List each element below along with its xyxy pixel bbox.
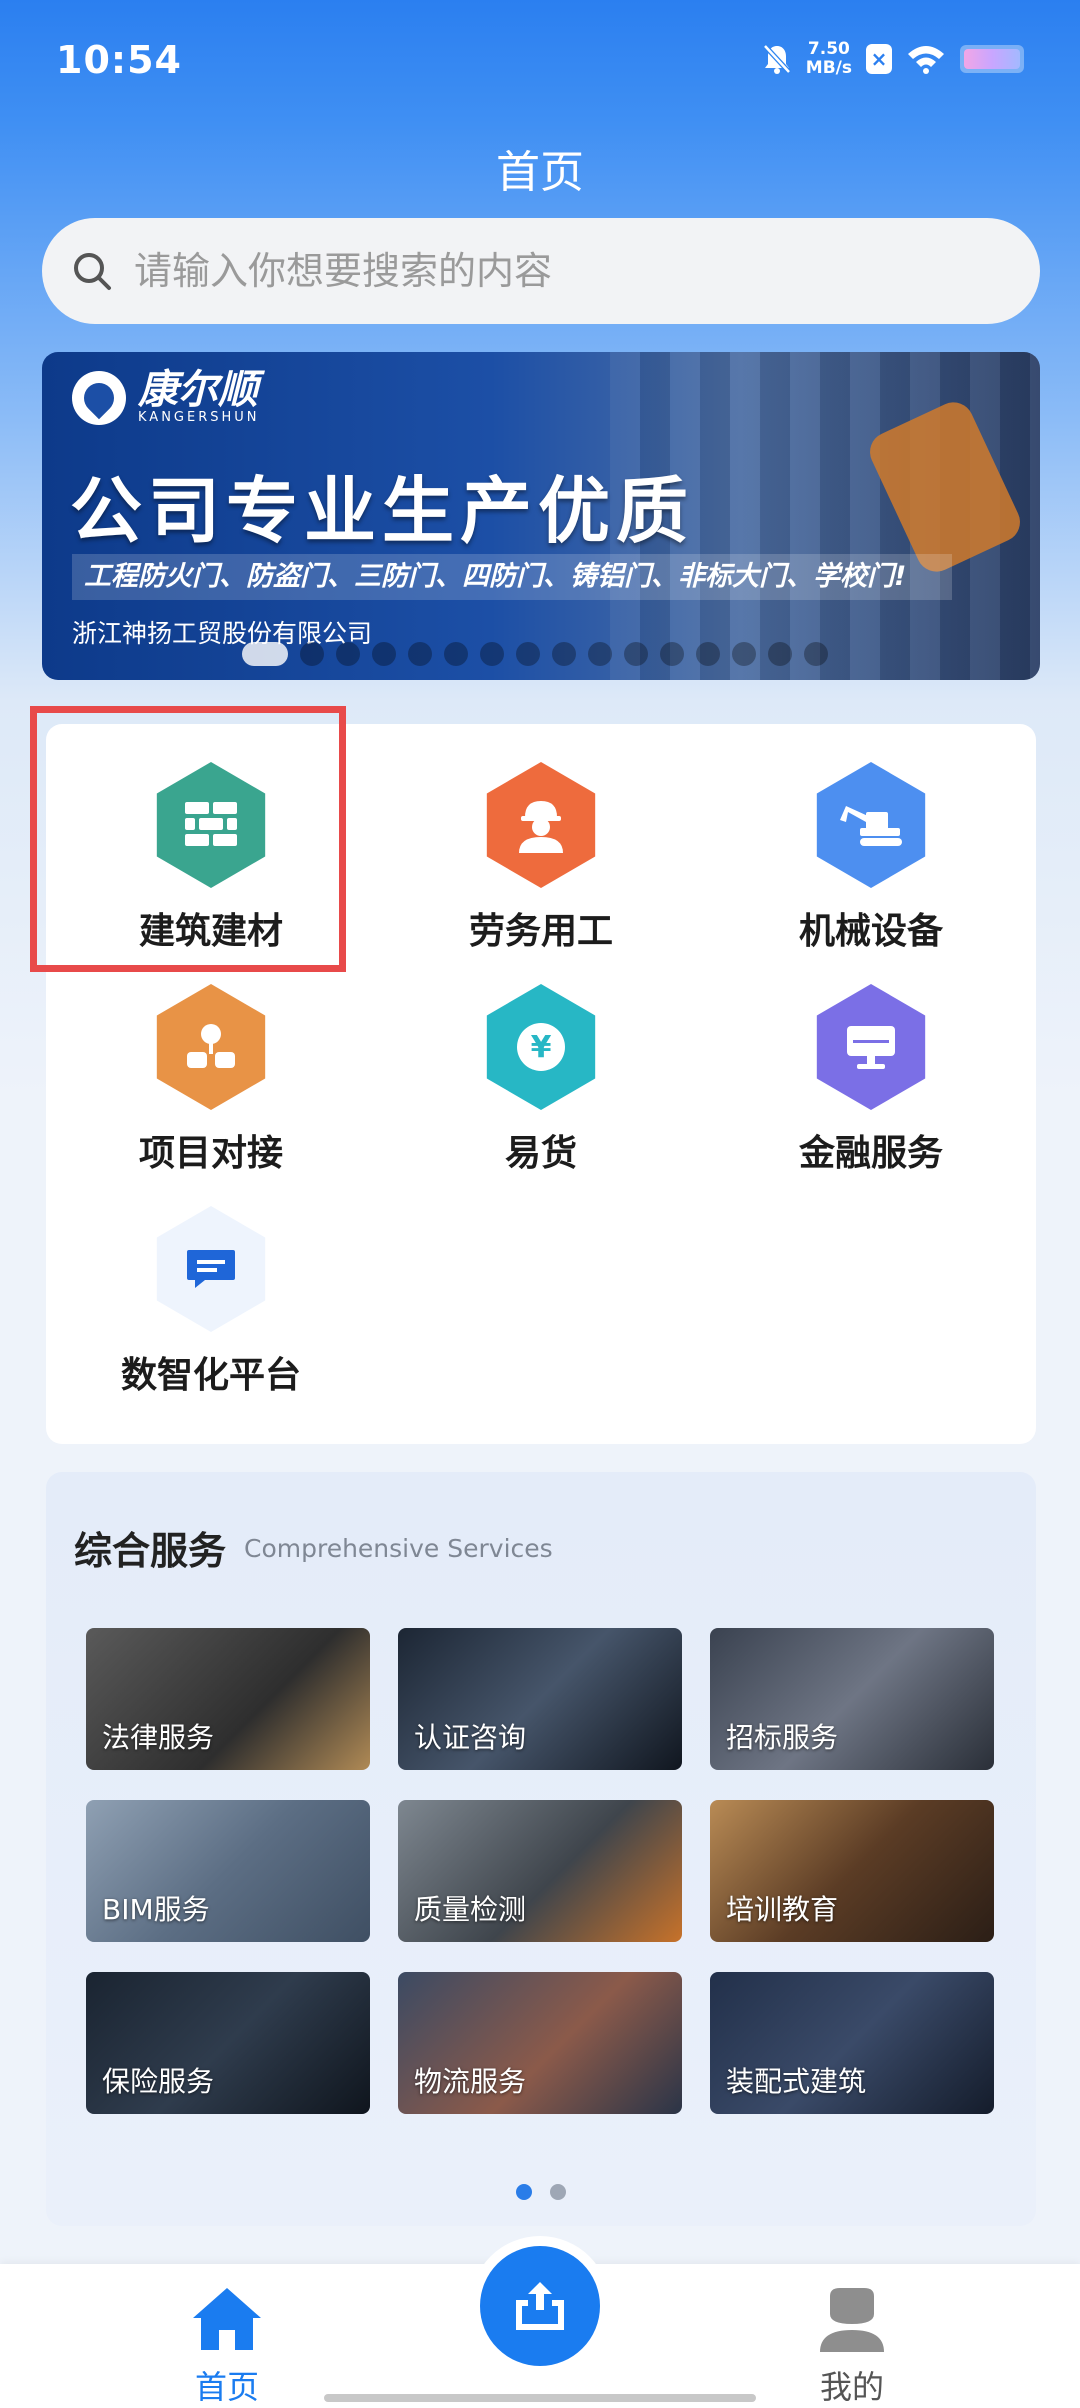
- services-title: 综合服务: [74, 1529, 227, 1573]
- banner-logo: 康尔顺 KANGERSHUN: [72, 370, 260, 425]
- tab-mine[interactable]: 我的: [762, 2284, 942, 2408]
- pagination-dot[interactable]: [480, 642, 504, 666]
- services-subtitle: Comprehensive Services: [244, 1534, 553, 1563]
- pagination-dot[interactable]: [444, 642, 468, 666]
- network-speed-value: 7.50: [807, 39, 850, 59]
- user-icon: [820, 2288, 884, 2352]
- service-label: 装配式建筑: [726, 2065, 867, 2098]
- pagination-dot[interactable]: [516, 642, 540, 666]
- category-digital-platform[interactable]: 数智化平台: [81, 1206, 341, 1406]
- pagination-dot[interactable]: [732, 642, 756, 666]
- service-label: 招标服务: [726, 1721, 839, 1754]
- service-tile-bim[interactable]: BIM服务: [86, 1800, 370, 1942]
- excavator-icon: [816, 762, 926, 888]
- pagination-dot[interactable]: [516, 2184, 532, 2200]
- service-tile-quality-inspection[interactable]: 质量检测: [398, 1800, 682, 1942]
- service-tile-insurance[interactable]: 保险服务: [86, 1972, 370, 2114]
- upload-icon: [516, 2282, 564, 2330]
- service-tile-certification[interactable]: 认证咨询: [398, 1628, 682, 1770]
- tab-mine-label: 我的: [819, 2368, 884, 2406]
- category-label: 机械设备: [798, 911, 943, 952]
- banner-products: 工程防火门、防盗门、三防门、四防门、铸铝门、非标大门、学校门!: [72, 554, 952, 600]
- banner-logo-en: KANGERSHUN: [138, 410, 260, 425]
- service-tile-legal[interactable]: 法律服务: [86, 1628, 370, 1770]
- page-title: 首页: [496, 147, 584, 198]
- chat-message-icon: [156, 1206, 266, 1332]
- network-speed: 7.50 MB/s: [806, 40, 852, 78]
- status-time: 10:54: [56, 38, 182, 82]
- category-label: 项目对接: [138, 1133, 283, 1174]
- category-machinery[interactable]: 机械设备: [741, 762, 1001, 962]
- worker-icon: [486, 762, 596, 888]
- service-label: 物流服务: [414, 2065, 527, 2098]
- banner-logo-cn: 康尔顺: [138, 366, 258, 413]
- category-label: 金融服务: [798, 1133, 943, 1174]
- service-label: 质量检测: [414, 1893, 527, 1926]
- search-icon: [74, 253, 111, 290]
- services-pagination: [516, 2184, 566, 2200]
- highlight-box: [30, 706, 346, 972]
- pagination-dot[interactable]: [696, 642, 720, 666]
- promo-banner[interactable]: 康尔顺 KANGERSHUN 公司专业生产优质 工程防火门、防盗门、三防门、四防…: [42, 352, 1040, 680]
- service-tile-logistics[interactable]: 物流服务: [398, 1972, 682, 2114]
- category-label: 数智化平台: [120, 1355, 301, 1396]
- pagination-dot[interactable]: [242, 642, 288, 666]
- tab-home-label: 首页: [194, 2368, 259, 2406]
- service-tile-training[interactable]: 培训教育: [710, 1800, 994, 1942]
- home-icon: [193, 2288, 261, 2350]
- category-project-matching[interactable]: 项目对接: [81, 984, 341, 1184]
- bell-off-icon: [762, 44, 791, 74]
- pagination-dot[interactable]: [660, 642, 684, 666]
- pagination-dot[interactable]: [768, 642, 792, 666]
- service-label: 保险服务: [102, 2065, 215, 2098]
- pagination-dot[interactable]: [550, 2184, 566, 2200]
- publish-button[interactable]: [470, 2236, 610, 2376]
- pagination-dot[interactable]: [372, 642, 396, 666]
- battery-icon: [960, 45, 1024, 73]
- category-barter[interactable]: ¥ 易货: [411, 984, 671, 1184]
- org-chart-icon: [156, 984, 266, 1110]
- pagination-dot[interactable]: [552, 642, 576, 666]
- pagination-dot[interactable]: [624, 642, 648, 666]
- svg-text:¥: ¥: [531, 1030, 552, 1065]
- yuan-icon: ¥: [486, 984, 596, 1110]
- leaf-logo-icon: [72, 370, 126, 425]
- home-indicator: [324, 2394, 756, 2402]
- pagination-dot[interactable]: [300, 642, 324, 666]
- search-input[interactable]: [134, 249, 994, 293]
- service-label: BIM服务: [102, 1893, 210, 1926]
- banner-pagination: [242, 642, 828, 666]
- monitor-icon: [816, 984, 926, 1110]
- service-label: 法律服务: [102, 1721, 215, 1754]
- service-tile-bidding[interactable]: 招标服务: [710, 1628, 994, 1770]
- category-label: 易货: [504, 1133, 577, 1174]
- pagination-dot[interactable]: [588, 642, 612, 666]
- pagination-dot[interactable]: [408, 642, 432, 666]
- service-label: 培训教育: [726, 1893, 839, 1926]
- search-bar[interactable]: [42, 218, 1040, 324]
- network-speed-unit: MB/s: [805, 58, 852, 78]
- status-icons: 7.50 MB/s ×: [762, 40, 1024, 78]
- banner-headline: 公司专业生产优质: [70, 469, 695, 553]
- pagination-dot[interactable]: [804, 642, 828, 666]
- services-section: 综合服务 Comprehensive Services 法律服务 认证咨询 招标…: [46, 1472, 1036, 2226]
- status-bar: 10:54 7.50 MB/s ×: [0, 0, 1080, 130]
- pagination-dot[interactable]: [336, 642, 360, 666]
- service-tile-prefab-building[interactable]: 装配式建筑: [710, 1972, 994, 2114]
- category-labor[interactable]: 劳务用工: [411, 762, 671, 962]
- wifi-icon: [908, 46, 944, 74]
- battery-level: [964, 49, 1020, 69]
- category-finance[interactable]: 金融服务: [741, 984, 1001, 1184]
- x-app-icon: ×: [866, 44, 892, 74]
- category-label: 劳务用工: [468, 911, 613, 952]
- tab-home[interactable]: 首页: [137, 2284, 317, 2408]
- service-label: 认证咨询: [414, 1721, 527, 1754]
